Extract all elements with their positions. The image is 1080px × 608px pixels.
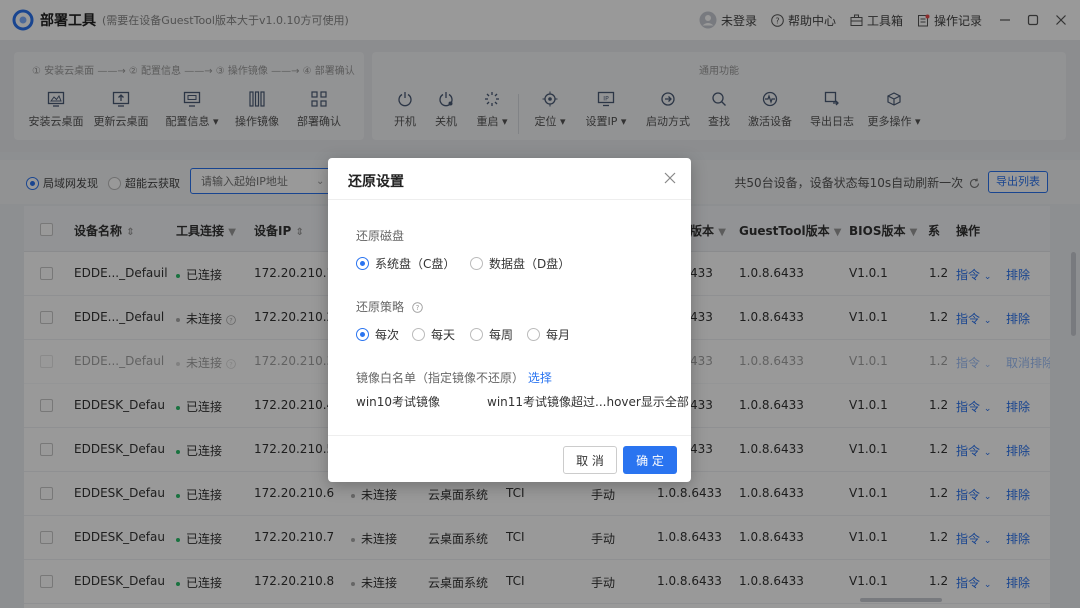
radio-dot xyxy=(470,257,483,270)
close-icon[interactable] xyxy=(663,171,677,185)
radio-dot xyxy=(470,328,483,341)
policy-label: 每次 xyxy=(375,328,400,342)
restore-policy-label: 还原策略 ? xyxy=(356,298,423,315)
data-disk-label: 数据盘（D盘） xyxy=(489,257,571,271)
policy-weekly-radio[interactable]: 每周 xyxy=(470,326,513,343)
whitelist-item: win11考试镜像超过...hover显示全部 xyxy=(487,395,689,409)
image-whitelist-label: 镜像白名单（指定镜像不还原） 选择 xyxy=(356,371,552,385)
dialog-header: 还原设置 xyxy=(328,158,691,200)
confirm-button[interactable]: 确 定 xyxy=(623,446,677,474)
cancel-button[interactable]: 取 消 xyxy=(563,446,617,474)
system-disk-radio[interactable]: 系统盘（C盘） xyxy=(356,255,455,272)
dialog-title: 还原设置 xyxy=(348,174,404,190)
whitelist-select-link[interactable]: 选择 xyxy=(528,371,552,385)
policy-daily-radio[interactable]: 每天 xyxy=(412,326,455,343)
policy-every-time-radio[interactable]: 每次 xyxy=(356,326,399,343)
policy-label: 每周 xyxy=(489,328,514,342)
whitelist-item: win10考试镜像 xyxy=(356,395,441,409)
dialog-footer: 取 消 确 定 xyxy=(328,435,691,482)
policy-label: 每天 xyxy=(431,328,456,342)
restore-settings-dialog: 还原设置 还原磁盘 系统盘（C盘） 数据盘（D盘） 还原策略 ? 每次 每天 每… xyxy=(328,158,691,482)
data-disk-radio[interactable]: 数据盘（D盘） xyxy=(470,255,570,272)
radio-dot xyxy=(527,328,540,341)
radio-dot xyxy=(356,257,369,270)
radio-dot xyxy=(356,328,369,341)
policy-monthly-radio[interactable]: 每月 xyxy=(527,326,570,343)
radio-dot xyxy=(412,328,425,341)
policy-label: 每月 xyxy=(546,328,571,342)
restore-disk-label: 还原磁盘 xyxy=(356,229,405,243)
svg-text:?: ? xyxy=(415,304,419,312)
system-disk-label: 系统盘（C盘） xyxy=(375,257,456,271)
question-circle-icon[interactable]: ? xyxy=(412,302,423,313)
